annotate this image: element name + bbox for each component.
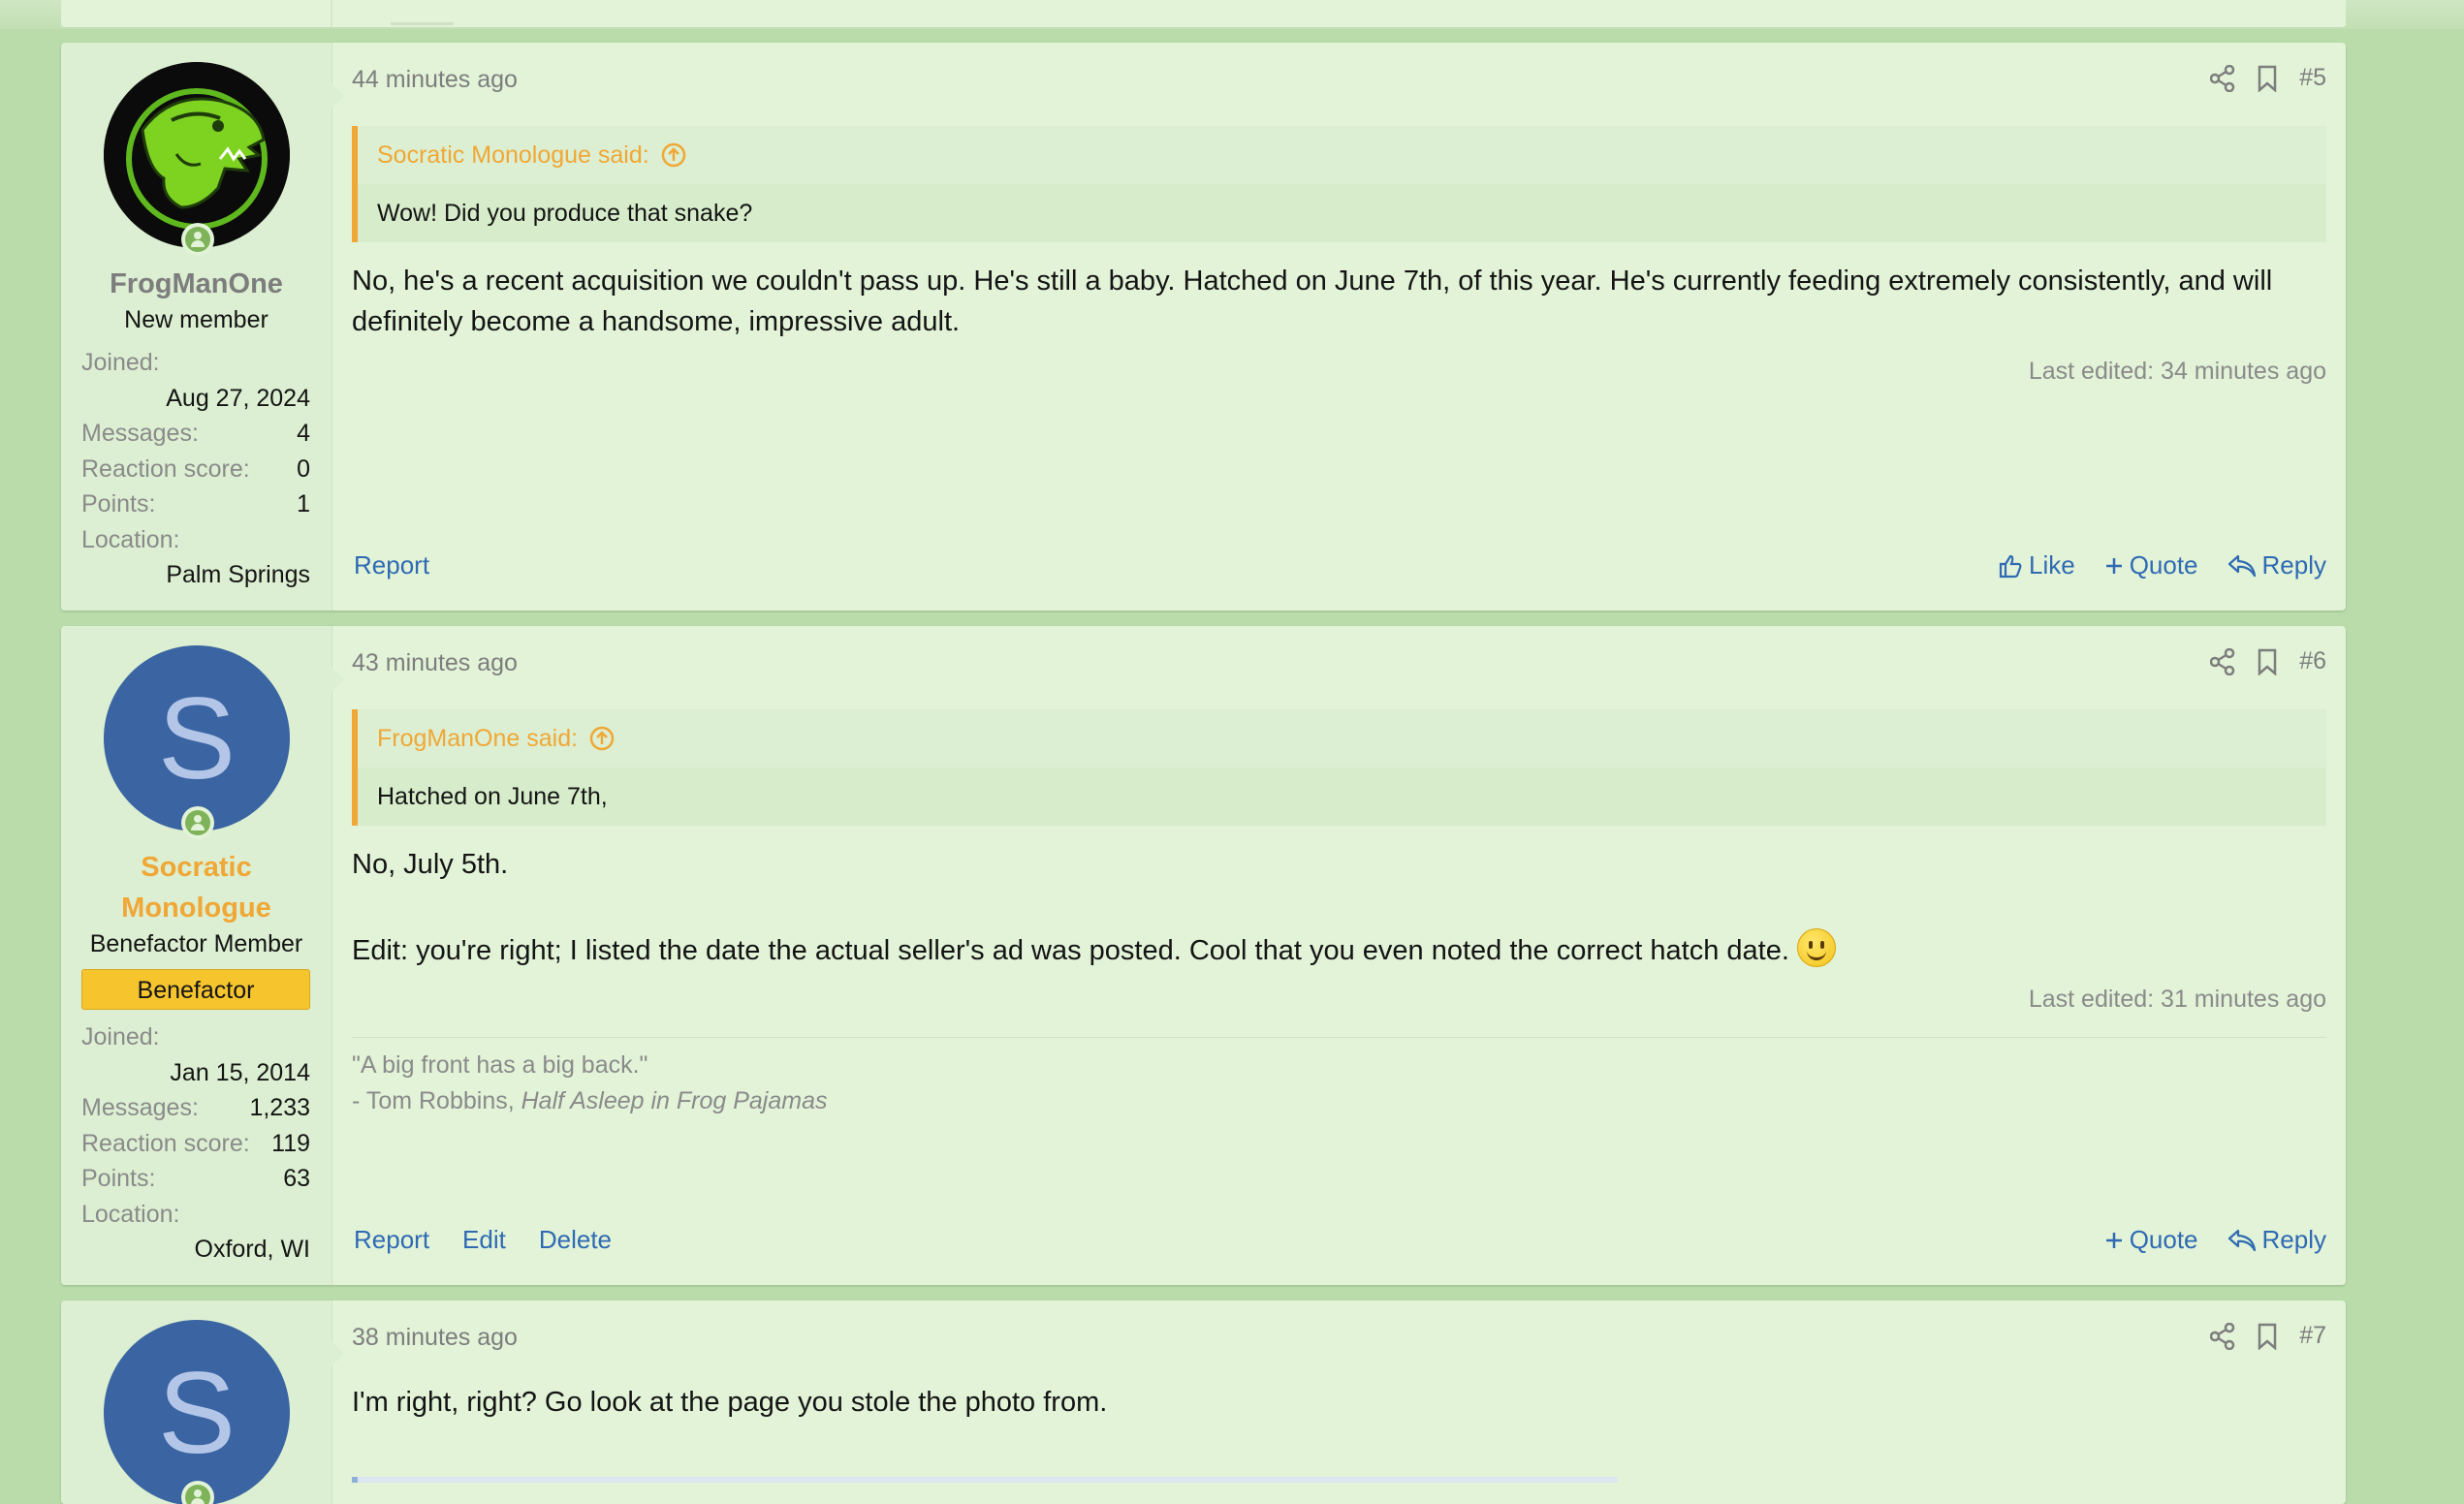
post-6: S Socratic Monologue Benefactor Member B… [61, 626, 2346, 1285]
post-time[interactable]: 38 minutes ago [352, 1324, 518, 1352]
user-title: Benefactor Member [89, 930, 303, 957]
post-user-panel: FrogManOne New member Joined: Aug 27, 20… [61, 43, 344, 611]
previous-post-fragment [0, 0, 2464, 29]
last-edited[interactable]: Last edited: 34 minutes ago [2029, 358, 2326, 386]
post-time[interactable]: 44 minutes ago [352, 66, 518, 94]
avatar[interactable] [104, 62, 290, 248]
username-line-2[interactable]: Monologue [61, 888, 332, 928]
messages-label: Messages: [81, 420, 199, 447]
plus-icon [2105, 1232, 2122, 1248]
location-label: Location: [81, 525, 180, 553]
report-link[interactable]: Report [354, 550, 429, 580]
user-stats: Joined: Jan 15, 2014 Messages: 1,233 Reac… [81, 1019, 310, 1268]
signature-line-1: "A big front has a big back." [352, 1051, 648, 1079]
post-main: 44 minutes ago #5 Socratic Monologue sai… [352, 43, 2326, 611]
like-label: Like [2028, 550, 2075, 580]
quote-button[interactable]: Quote [2104, 550, 2198, 580]
online-status-icon [181, 223, 214, 256]
signature-book-title: Half Asleep in Frog Pajamas [521, 1087, 828, 1114]
user-banner: Benefactor [81, 969, 310, 1010]
share-icon[interactable] [2210, 647, 2235, 675]
username-line-1[interactable]: Socratic [61, 847, 332, 888]
joined-label: Joined: [81, 349, 160, 376]
points-value[interactable]: 1 [297, 486, 310, 522]
post-body: I'm right, right? Go look at the page yo… [352, 1387, 1108, 1418]
share-icon[interactable] [2210, 64, 2235, 92]
quote-text: Wow! Did you produce that snake? [377, 200, 753, 227]
reaction-score-label: Reaction score: [81, 454, 250, 483]
jump-to-quote-icon[interactable] [661, 142, 686, 168]
joined-value: Jan 15, 2014 [170, 1058, 310, 1086]
quote-author[interactable]: FrogManOne said: [377, 709, 578, 768]
quote-button[interactable]: Quote [2104, 1225, 2198, 1255]
previous-post-bottom [61, 0, 2346, 28]
embedded-quote-fragment [352, 1477, 1618, 1483]
reply-button[interactable]: Reply [2227, 1225, 2326, 1255]
online-status-icon [181, 806, 214, 839]
post-body-text: Edit: you're right; I listed the date th… [352, 935, 1789, 966]
points-label: Points: [81, 490, 156, 517]
post-main: 43 minutes ago #6 FrogManOne said: Hatch… [352, 626, 2326, 1285]
post-user-panel: S Socratic Monologue Benefactor Member B… [61, 626, 344, 1285]
smiley-emoji-icon [1796, 928, 1836, 968]
signature: "A big front has a big back." - Tom Robb… [352, 1037, 2326, 1119]
post-body-line-2: Edit: you're right; I listed the date th… [352, 928, 2326, 971]
joined-value: Aug 27, 2024 [166, 384, 310, 412]
messages-label: Messages: [81, 1094, 199, 1121]
quote-label: Quote [2129, 1225, 2198, 1254]
quote-author[interactable]: Socratic Monologue said: [377, 126, 649, 184]
location-value[interactable]: Palm Springs [81, 557, 310, 593]
points-label: Points: [81, 1165, 156, 1192]
like-button[interactable]: Like [1998, 550, 2075, 580]
jump-to-quote-icon[interactable] [589, 726, 615, 751]
trex-logo-avatar [104, 62, 290, 248]
signature-line-2: - Tom Robbins, Half Asleep in Frog Pajam… [352, 1083, 2326, 1119]
quote-text: Hatched on June 7th, [377, 783, 608, 810]
post-body-line-1: No, July 5th. [352, 849, 509, 880]
post-time[interactable]: 43 minutes ago [352, 649, 518, 677]
reaction-score-label: Reaction score: [81, 1129, 250, 1157]
post-number[interactable]: #5 [2299, 64, 2326, 92]
reaction-score-value: 119 [271, 1129, 310, 1157]
reply-button[interactable]: Reply [2227, 550, 2326, 580]
reply-arrow-icon [2227, 1229, 2256, 1251]
avatar[interactable]: S [104, 645, 290, 831]
messages-value[interactable]: 1,233 [249, 1090, 310, 1126]
edit-link[interactable]: Edit [462, 1225, 506, 1255]
location-label: Location: [81, 1200, 180, 1228]
location-value[interactable]: Oxford, WI [81, 1232, 310, 1268]
post-number[interactable]: #7 [2299, 1322, 2326, 1350]
thumbs-up-icon [1999, 554, 2022, 578]
user-title: New member [124, 306, 269, 333]
post-body: No, he's a recent acquisition we couldn'… [352, 266, 2273, 337]
post-number[interactable]: #6 [2299, 647, 2326, 675]
report-link[interactable]: Report [354, 1225, 429, 1255]
last-edited[interactable]: Last edited: 31 minutes ago [2029, 986, 2326, 1014]
reply-label: Reply [2261, 550, 2326, 580]
post-5: FrogManOne New member Joined: Aug 27, 20… [61, 43, 2346, 611]
bookmark-icon[interactable] [2257, 648, 2278, 675]
delete-link[interactable]: Delete [539, 1225, 612, 1255]
username[interactable]: Socratic Monologue [61, 847, 332, 928]
username[interactable]: FrogManOne [61, 264, 332, 304]
post-user-panel: S [61, 1300, 344, 1504]
quote-block: Socratic Monologue said: Wow! Did you pr… [352, 126, 2326, 242]
bookmark-icon[interactable] [2257, 65, 2278, 92]
share-icon[interactable] [2210, 1322, 2235, 1350]
joined-label: Joined: [81, 1023, 160, 1050]
reply-label: Reply [2261, 1225, 2326, 1254]
messages-value[interactable]: 4 [297, 416, 310, 452]
bookmark-icon[interactable] [2257, 1323, 2278, 1350]
quote-label: Quote [2129, 550, 2198, 580]
quote-block: FrogManOne said: Hatched on June 7th, [352, 709, 2326, 826]
post-7: S 38 minutes ago #7 I'm right, right? Go… [61, 1300, 2346, 1504]
signature-author: - Tom Robbins, [352, 1087, 521, 1114]
plus-icon [2105, 557, 2122, 574]
reaction-score-value: 0 [297, 454, 310, 483]
reply-arrow-icon [2227, 554, 2256, 577]
points-value[interactable]: 63 [283, 1161, 310, 1197]
avatar[interactable]: S [104, 1320, 290, 1504]
post-main: 38 minutes ago #7 I'm right, right? Go l… [352, 1300, 2326, 1504]
user-stats: Joined: Aug 27, 2024 Messages: 4 Reaction… [81, 345, 310, 593]
